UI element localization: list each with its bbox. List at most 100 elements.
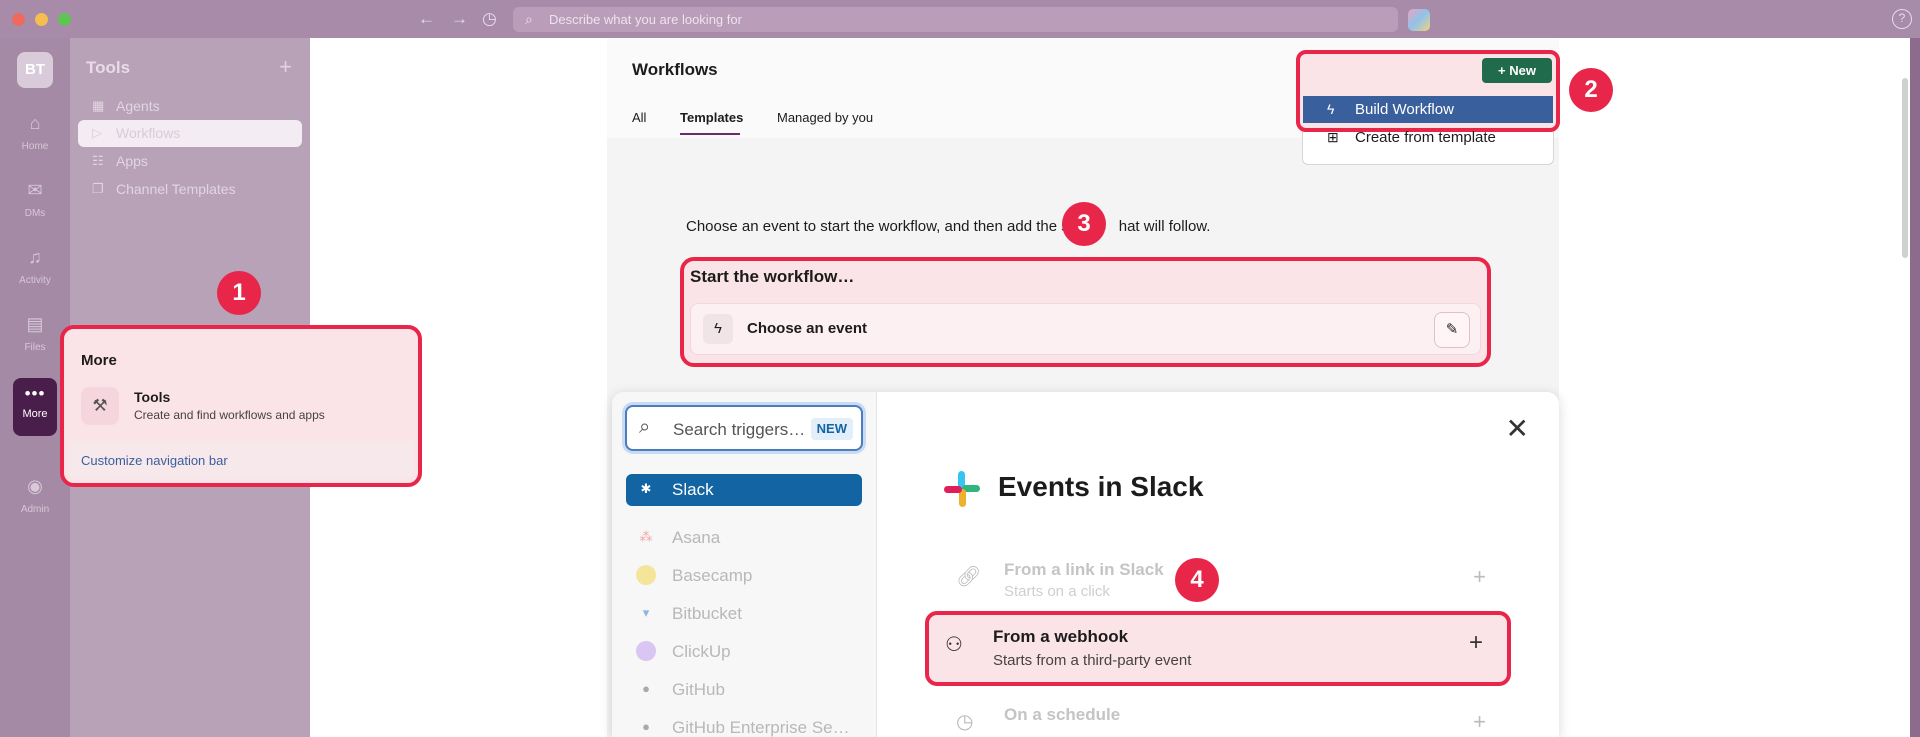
source-label: ClickUp: [672, 642, 731, 661]
add-icon[interactable]: +: [1473, 564, 1486, 590]
webhook-icon: ⚇: [945, 634, 963, 656]
menu-item-build-workflow[interactable]: ϟ Build Workflow: [1303, 96, 1553, 123]
bell-icon: ♫: [28, 247, 42, 267]
edit-pencil-icon[interactable]: ✎: [1434, 312, 1470, 348]
event-row-schedule[interactable]: ◷ On a schedule +: [942, 697, 1502, 737]
event-subtitle: Starts on a click: [1004, 583, 1110, 600]
workflow-icon: ▷: [92, 125, 102, 140]
global-search-placeholder: Describe what you are looking for: [549, 12, 742, 27]
global-search-input[interactable]: ⌕ Describe what you are looking for: [513, 7, 1398, 32]
source-item-clickup[interactable]: ClickUp: [626, 636, 862, 668]
step-badge-4: 4: [1175, 558, 1219, 602]
step-badge-2: 2: [1569, 68, 1613, 112]
apps-icon: ☷: [92, 153, 104, 168]
event-title: From a link in Slack: [1004, 560, 1164, 579]
ai-app-icon[interactable]: [1408, 9, 1430, 31]
source-item-bitbucket[interactable]: ▾ Bitbucket: [626, 598, 862, 630]
add-icon[interactable]: +: [1473, 709, 1486, 735]
lightning-icon: ϟ: [1327, 101, 1335, 117]
minimize-window-button[interactable]: [35, 13, 48, 26]
choose-event-label: Choose an event: [747, 320, 868, 337]
workflow-intro-text: Choose an event to start the workflow, a…: [686, 218, 1210, 235]
rail-item-label: More: [22, 408, 48, 420]
sidebar-item-channel-templates[interactable]: ❐ Channel Templates: [78, 176, 302, 203]
source-label: Slack: [672, 480, 714, 499]
event-row-link[interactable]: 🔗︎ From a link in Slack Starts on a clic…: [942, 552, 1502, 607]
source-label: GitHub Enterprise Se…: [672, 718, 850, 737]
admin-icon: ◉: [27, 476, 43, 496]
rail-item-home[interactable]: ⌂ Home: [0, 113, 70, 152]
step-badge-3: 3: [1062, 202, 1106, 246]
tools-description: Create and find workflows and apps: [134, 408, 325, 422]
rail-item-label: Admin: [20, 504, 50, 515]
link-icon: 🔗︎: [956, 566, 982, 588]
grid-icon: ⊞: [1327, 129, 1339, 145]
basecamp-logo-icon: [636, 565, 656, 585]
forward-arrow-icon[interactable]: →: [451, 9, 468, 29]
tab-all[interactable]: All: [632, 110, 646, 125]
new-button[interactable]: + New: [1482, 58, 1552, 83]
trigger-source-list: ⌕ Search triggers… NEW ✱ Slack ⁂ Asana B…: [612, 392, 877, 737]
rail-item-activity[interactable]: ♫ Activity: [0, 247, 70, 286]
rail-item-label: DMs: [24, 208, 46, 219]
source-label: Bitbucket: [672, 604, 742, 623]
add-icon[interactable]: +: [1469, 629, 1483, 657]
event-title: On a schedule: [1004, 705, 1121, 724]
tab-managed-by-you[interactable]: Managed by you: [777, 110, 873, 125]
choose-event-card[interactable]: ϟ Choose an event ✎: [690, 303, 1481, 355]
menu-item-label: Build Workflow: [1355, 101, 1454, 118]
asana-logo-icon: ⁂: [639, 529, 653, 544]
event-row-webhook[interactable]: ⚇ From a webhook Starts from a third-par…: [925, 611, 1511, 686]
search-icon: ⌕: [525, 11, 533, 27]
clickup-logo-icon: [636, 641, 656, 661]
rail-item-label: Activity: [19, 275, 51, 286]
event-title: From a webhook: [993, 627, 1129, 646]
intro-text-start: Choose an event to start the workflow, a…: [686, 218, 1069, 235]
sidebar-item-workflows[interactable]: ▷ Workflows: [78, 120, 302, 147]
customize-nav-link[interactable]: Customize navigation bar: [81, 453, 228, 468]
scrollbar[interactable]: [1902, 78, 1908, 258]
agents-icon: ▦: [92, 98, 105, 113]
event-subtitle: Starts from a third-party event: [993, 652, 1192, 669]
start-workflow-section: Start the workflow… ϟ Choose an event ✎: [680, 257, 1491, 367]
rail-item-admin[interactable]: ◉ Admin: [0, 476, 70, 515]
new-button-label: New: [1509, 63, 1536, 78]
rail-item-dms[interactable]: ✉ DMs: [0, 180, 70, 219]
bitbucket-logo-icon: ▾: [642, 605, 650, 620]
tab-templates[interactable]: Templates: [680, 110, 743, 125]
source-item-asana[interactable]: ⁂ Asana: [626, 522, 862, 554]
zoom-window-button[interactable]: [58, 13, 71, 26]
github-logo-icon: ●: [642, 681, 650, 696]
add-icon[interactable]: +: [279, 54, 292, 80]
source-item-basecamp[interactable]: Basecamp: [626, 560, 862, 592]
lightning-icon: ϟ: [703, 314, 733, 344]
more-popover: More ⚒ Tools Create and find workflows a…: [60, 325, 422, 487]
active-tab-indicator: [680, 133, 740, 135]
trigger-search-input[interactable]: ⌕ Search triggers… NEW: [625, 405, 863, 451]
rail-item-more[interactable]: ••• More: [13, 378, 57, 436]
history-icon[interactable]: ◷: [482, 9, 497, 29]
sidebar-item-agents[interactable]: ▦ Agents: [78, 93, 302, 120]
tools-icon: ⚒: [81, 387, 119, 425]
workspace-avatar[interactable]: BT: [17, 52, 53, 88]
close-icon[interactable]: ✕: [1506, 412, 1529, 445]
source-item-github-enterprise[interactable]: ● GitHub Enterprise Se…: [626, 712, 862, 737]
menu-item-label: Create from template: [1355, 129, 1496, 146]
home-icon: ⌂: [29, 113, 41, 133]
clock-icon: ◷: [956, 711, 974, 733]
search-icon: ⌕: [639, 416, 651, 438]
events-heading: Events in Slack: [998, 471, 1204, 502]
start-workflow-title: Start the workflow…: [690, 267, 855, 286]
source-item-github[interactable]: ● GitHub: [626, 674, 862, 706]
back-arrow-icon[interactable]: ←: [418, 9, 435, 29]
more-popover-footer: Customize navigation bar: [68, 441, 414, 479]
close-window-button[interactable]: [12, 13, 25, 26]
help-icon[interactable]: ?: [1892, 9, 1912, 29]
sidebar-item-apps[interactable]: ☷ Apps: [78, 148, 302, 175]
rail-item-label: Files: [24, 342, 46, 353]
menu-item-create-from-template[interactable]: ⊞ Create from template: [1303, 126, 1553, 150]
tools-menu-item[interactable]: Tools: [134, 389, 170, 405]
source-label: Basecamp: [672, 566, 753, 585]
source-item-slack[interactable]: ✱ Slack: [626, 474, 862, 506]
channel-templates-icon: ❐: [92, 181, 104, 196]
